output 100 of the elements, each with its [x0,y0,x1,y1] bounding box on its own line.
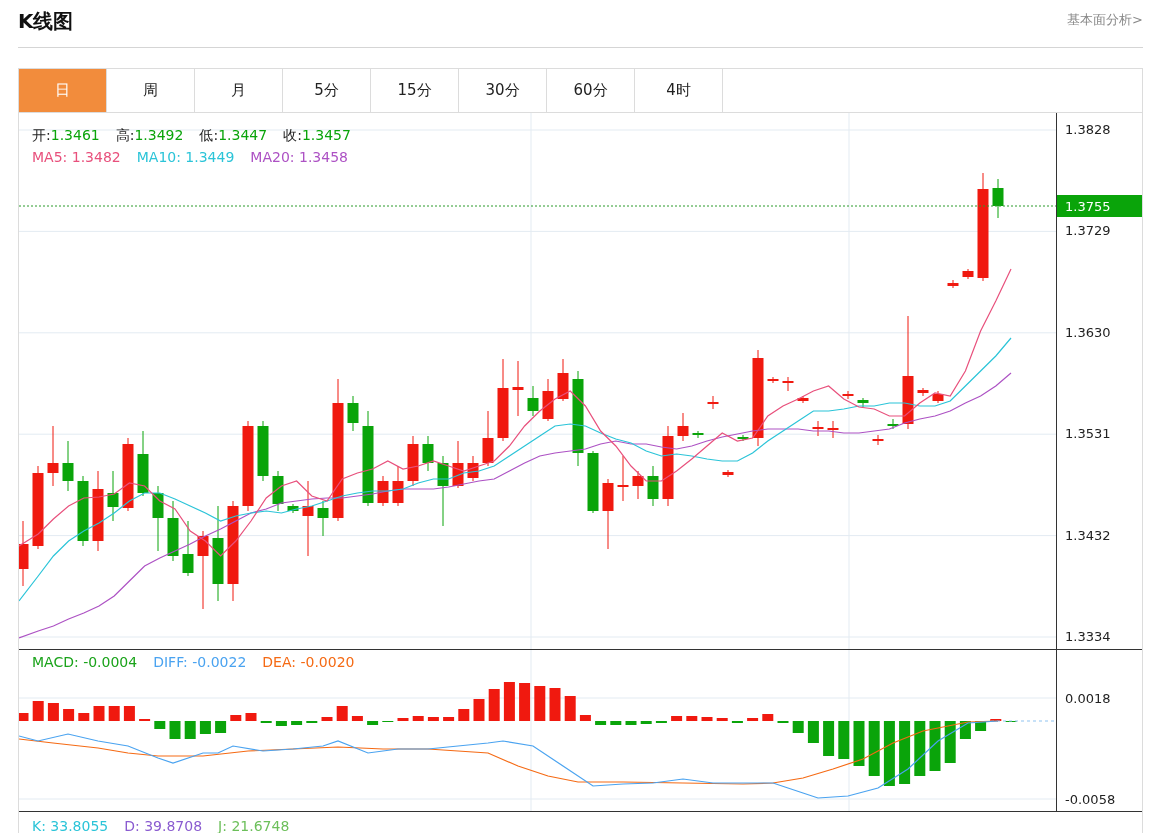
price-tick-label: 1.3334 [1064,629,1111,644]
ohlc-label: 收: [283,126,302,145]
histogram-bar [230,715,242,721]
falling-candlestick [587,450,599,514]
falling-candlestick [692,430,704,439]
price-tick-label: 1.3531 [1064,426,1111,442]
ohlc-value: 1.3457 [301,126,351,145]
rising-candlestick [932,390,944,404]
falling-candlestick [887,418,899,430]
indicator-legend: DIFF: -0.0022 [153,654,247,670]
rising-candlestick [632,470,644,500]
histogram-bar [899,721,911,784]
moving-average-legend: MA5: 1.3482 [32,146,121,168]
rising-candlestick [542,378,554,422]
falling-candlestick [527,385,539,417]
ohlc-label: 高: [115,126,135,145]
timeframe-tab[interactable]: 60分 [547,69,635,112]
macd-tick-label: -0.0058 [1064,792,1116,807]
rising-candlestick [782,376,794,392]
ohlc-label: 低: [199,126,219,145]
histogram-bar [93,706,105,721]
timeframe-tab[interactable]: 30分 [459,69,547,112]
falling-candlestick [287,503,299,514]
timeframe-tab[interactable]: 周 [107,69,195,112]
rising-candlestick [467,455,479,482]
rising-candlestick [707,395,719,410]
histogram-bar [549,688,561,721]
histogram-bar [123,706,135,721]
moving-average-legend: MA20: 1.3458 [250,146,348,168]
rising-candlestick [842,390,854,400]
timeframe-tab[interactable]: 月 [195,69,283,112]
falling-candlestick [182,520,194,577]
falling-candlestick [167,500,179,562]
histogram-bar [883,721,895,786]
falling-candlestick [77,475,89,547]
histogram-bar [199,721,211,734]
histogram-bar [458,709,470,721]
falling-candlestick [272,470,284,512]
rising-candlestick [677,412,689,442]
histogram-bar [427,717,439,721]
rising-candlestick [392,465,404,507]
rising-candlestick [407,435,419,487]
histogram-bar [944,721,956,763]
indicator-legend: MACD: -0.0004 [32,654,138,670]
histogram-bar [275,721,287,726]
falling-candlestick [857,397,869,408]
histogram-bar [473,699,485,721]
histogram-bar [823,721,835,756]
rising-candlestick [482,410,494,467]
rising-candlestick [962,268,974,280]
falling-candlestick [422,435,434,472]
falling-candlestick [107,470,119,522]
histogram-bar [245,713,257,721]
indicator-legend: D: 39.8708 [124,818,203,833]
histogram-bar [838,721,850,759]
rising-candlestick [827,420,839,439]
ohlc-value: 1.3447 [218,126,268,145]
indicator-legend: K: 33.8055 [32,818,109,833]
zero-line [990,720,1056,722]
histogram-bar [868,721,880,776]
ohlc-label: 开: [32,126,51,145]
rising-candlestick [602,478,614,550]
page-title: K线图 [18,8,74,35]
rising-candlestick [19,520,29,587]
histogram-bar [397,718,409,721]
histogram-bar [503,682,515,721]
histogram-bar [914,721,926,776]
histogram-bar [959,721,971,739]
macd-tick-label: 0.0018 [1064,691,1111,706]
histogram-bar [747,718,759,721]
histogram-bar [929,721,941,771]
timeframe-tab[interactable]: 5分 [283,69,371,112]
price-tick-label: 1.3828 [1064,122,1111,137]
timeframe-tab[interactable]: 4时 [635,69,723,112]
ohlc-value: 1.3461 [50,126,100,145]
timeframe-tab[interactable]: 15分 [371,69,459,112]
rising-candlestick [452,440,464,489]
falling-candlestick [152,485,164,552]
histogram-bar [488,689,500,721]
histogram-bar [534,686,546,721]
histogram-bar [47,703,59,721]
indicator-legend: J: 21.6748 [218,818,290,833]
moving-average-legend: MA10: 1.3449 [136,146,235,168]
falling-candlestick [437,455,449,527]
histogram-bar [564,696,576,721]
histogram-bar [108,706,120,721]
histogram-bar [169,721,181,739]
rising-candlestick [512,360,524,417]
rising-candlestick [617,455,629,502]
rising-candlestick [767,376,779,384]
rising-candlestick [872,434,884,446]
fundamental-analysis-link[interactable]: 基本面分析> [1067,10,1143,29]
histogram-bar [625,721,637,725]
histogram-bar [19,713,29,721]
histogram-bar [975,721,987,731]
falling-candlestick [62,440,74,492]
histogram-bar [32,701,44,721]
falling-candlestick [137,430,149,497]
histogram-bar [762,714,774,721]
rising-candlestick [557,358,569,402]
